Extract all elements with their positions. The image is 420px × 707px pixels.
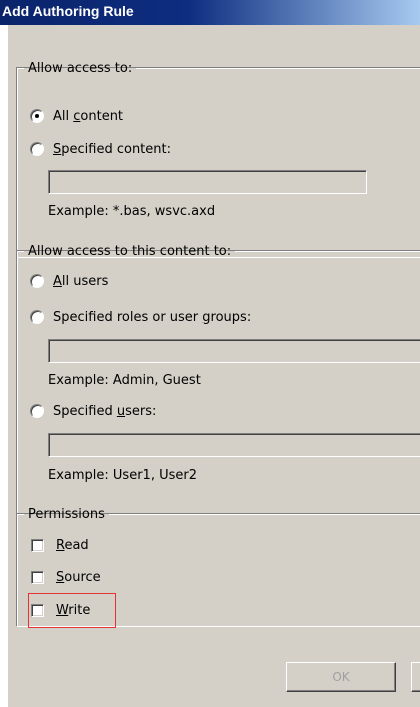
window-title: Add Authoring Rule <box>2 3 134 19</box>
title-bar: Add Authoring Rule <box>0 0 420 25</box>
all-users-radio[interactable]: All users <box>30 272 108 290</box>
allow-users-legend: Allow access to this content to: <box>28 244 232 259</box>
radio-indicator[interactable] <box>30 404 44 418</box>
radio-indicator[interactable] <box>30 109 44 123</box>
checkbox-indicator[interactable] <box>31 570 44 584</box>
specified-users-label: Specified users: <box>53 403 157 419</box>
users-input[interactable] <box>48 433 420 457</box>
specified-roles-radio[interactable]: Specified roles or user groups: <box>30 308 251 326</box>
checkbox-indicator[interactable] <box>31 538 44 552</box>
specified-content-radio[interactable]: Specified content: <box>30 140 171 158</box>
permissions-legend: Permissions <box>28 507 105 522</box>
cancel-button[interactable] <box>411 662 420 692</box>
write-highlight-box <box>28 593 116 628</box>
specified-content-label: Specified content: <box>53 141 171 157</box>
allow-access-group: Allow access to: <box>17 61 420 258</box>
roles-input[interactable] <box>48 339 420 363</box>
all-content-radio[interactable]: All content <box>30 107 123 125</box>
dialog-body: Allow access to: All content Specified c… <box>8 25 420 707</box>
radio-indicator[interactable] <box>30 310 44 324</box>
specified-users-radio[interactable]: Specified users: <box>30 402 156 420</box>
radio-indicator[interactable] <box>30 142 44 156</box>
all-users-label: All users <box>53 273 109 289</box>
all-content-label: All content <box>53 108 124 124</box>
read-label: Read <box>56 537 89 553</box>
specified-roles-label: Specified roles or user groups: <box>53 309 252 325</box>
ok-button[interactable]: OK <box>286 662 396 692</box>
content-input[interactable] <box>48 170 367 194</box>
content-example: Example: *.bas, wsvc.axd <box>48 204 216 219</box>
users-example: Example: User1, User2 <box>48 468 197 483</box>
read-checkbox[interactable]: Read <box>31 536 89 554</box>
roles-example: Example: Admin, Guest <box>48 373 201 388</box>
allow-access-legend: Allow access to: <box>28 61 133 76</box>
source-checkbox[interactable]: Source <box>31 568 101 586</box>
radio-indicator[interactable] <box>30 274 44 288</box>
source-label: Source <box>56 569 101 585</box>
